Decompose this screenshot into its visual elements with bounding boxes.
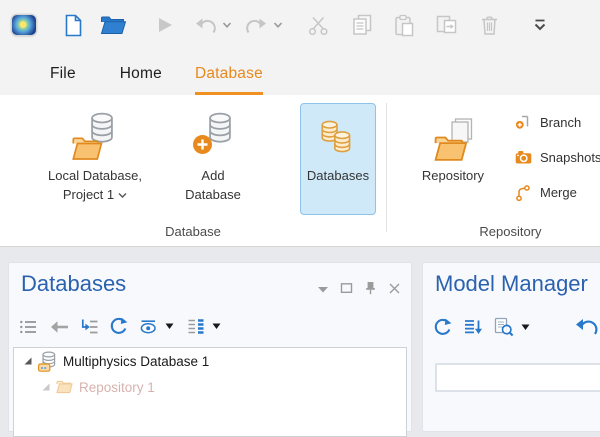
merge-icon <box>515 184 532 201</box>
ribbon: Local Database, Project 1 AddDatabase Da… <box>0 95 600 247</box>
undo-icon[interactable] <box>575 317 598 337</box>
databases-button[interactable]: Databases <box>300 103 376 215</box>
tab-database[interactable]: Database <box>195 65 263 95</box>
plus-badge-icon <box>192 134 213 155</box>
duplicate-icon[interactable] <box>434 14 458 36</box>
branch-button[interactable]: Branch <box>515 111 581 133</box>
run-icon[interactable] <box>155 15 175 35</box>
close-panel-icon[interactable] <box>388 282 401 295</box>
view-icon[interactable] <box>139 318 158 335</box>
delete-icon[interactable] <box>478 14 501 36</box>
group-label-database: Database <box>0 224 386 239</box>
undo-icon[interactable] <box>195 16 216 35</box>
databases-panel: Databases Multiphysics Database 1 Reposi… <box>8 262 412 432</box>
redo-icon[interactable] <box>246 16 267 35</box>
database-add-icon <box>192 110 234 162</box>
snapshot-camera-icon <box>515 149 532 166</box>
search-in-document-icon[interactable] <box>493 317 514 337</box>
group-label-repository: Repository <box>387 224 600 239</box>
ribbon-tab-bar: File Home Database <box>0 50 600 95</box>
local-database-button[interactable]: Local Database, Project 1 <box>20 103 170 206</box>
dropdown-chevron-icon <box>118 192 127 199</box>
undo-dropdown-icon[interactable] <box>222 21 232 29</box>
repository-button[interactable]: Repository <box>413 103 493 187</box>
collapse-ribbon-icon[interactable] <box>531 17 549 33</box>
columns-icon[interactable] <box>187 318 205 335</box>
panel-window-controls <box>317 281 401 295</box>
view-dropdown-icon[interactable] <box>165 323 174 330</box>
new-file-icon[interactable] <box>62 14 84 37</box>
paste-icon[interactable] <box>392 14 416 37</box>
pin-panel-icon[interactable] <box>364 281 377 295</box>
tab-file[interactable]: File <box>50 65 76 95</box>
databases-stack-icon <box>319 120 357 162</box>
expand-triangle-icon[interactable] <box>22 356 34 366</box>
repository-folder-icon <box>433 118 473 162</box>
show-menu-icon[interactable] <box>19 319 38 335</box>
open-file-icon[interactable] <box>100 15 127 36</box>
snapshots-button[interactable]: Snapshots <box>515 146 600 168</box>
merge-button[interactable]: Merge <box>515 181 577 203</box>
sort-icon[interactable] <box>463 318 483 336</box>
expand-triangle-icon[interactable] <box>40 382 52 392</box>
quick-access-toolbar <box>0 0 600 50</box>
refresh-icon[interactable] <box>109 317 129 336</box>
tab-home[interactable]: Home <box>120 65 162 95</box>
branch-icon <box>515 114 532 131</box>
databases-tree: Multiphysics Database 1 Repository 1 <box>13 347 407 437</box>
cut-icon[interactable] <box>307 15 330 36</box>
tree-row-repository-1[interactable]: Repository 1 <box>14 374 406 400</box>
model-manager-toolbar <box>433 317 598 337</box>
database-folder-icon <box>72 110 118 162</box>
search-dropdown-icon[interactable] <box>521 324 530 331</box>
databases-toolbar <box>19 317 221 336</box>
float-panel-icon[interactable] <box>340 282 353 294</box>
app-logo-icon[interactable] <box>12 15 36 35</box>
button-label: Local Database, Project 1 <box>48 167 142 205</box>
panel-title: Databases <box>21 271 126 297</box>
copy-icon[interactable] <box>350 14 374 36</box>
button-label: Databases <box>307 167 369 186</box>
tree-row-multiphysics-database[interactable]: Multiphysics Database 1 <box>14 348 406 374</box>
tree-node-label: Multiphysics Database 1 <box>63 354 209 369</box>
refresh-icon[interactable] <box>433 318 453 337</box>
database-small-icon <box>38 351 57 372</box>
ribbon-group-database: Local Database, Project 1 AddDatabase Da… <box>0 95 386 246</box>
columns-dropdown-icon[interactable] <box>212 323 221 330</box>
go-to-node-icon[interactable] <box>80 318 99 336</box>
add-database-button[interactable]: AddDatabase <box>172 103 254 206</box>
button-label: Repository <box>422 167 484 186</box>
collapse-panel-icon[interactable] <box>317 283 329 294</box>
tree-node-label: Repository 1 <box>79 380 155 395</box>
model-manager-search-input[interactable] <box>435 363 600 392</box>
redo-dropdown-icon[interactable] <box>273 21 283 29</box>
repository-small-icon <box>56 380 73 394</box>
model-manager-panel: Model Manager <box>422 262 600 432</box>
back-icon[interactable] <box>49 319 70 335</box>
ribbon-group-repository: Repository Branch Snapshots Merge Reposi… <box>387 95 600 246</box>
panel-title: Model Manager <box>435 271 600 297</box>
button-label: AddDatabase <box>185 167 241 205</box>
